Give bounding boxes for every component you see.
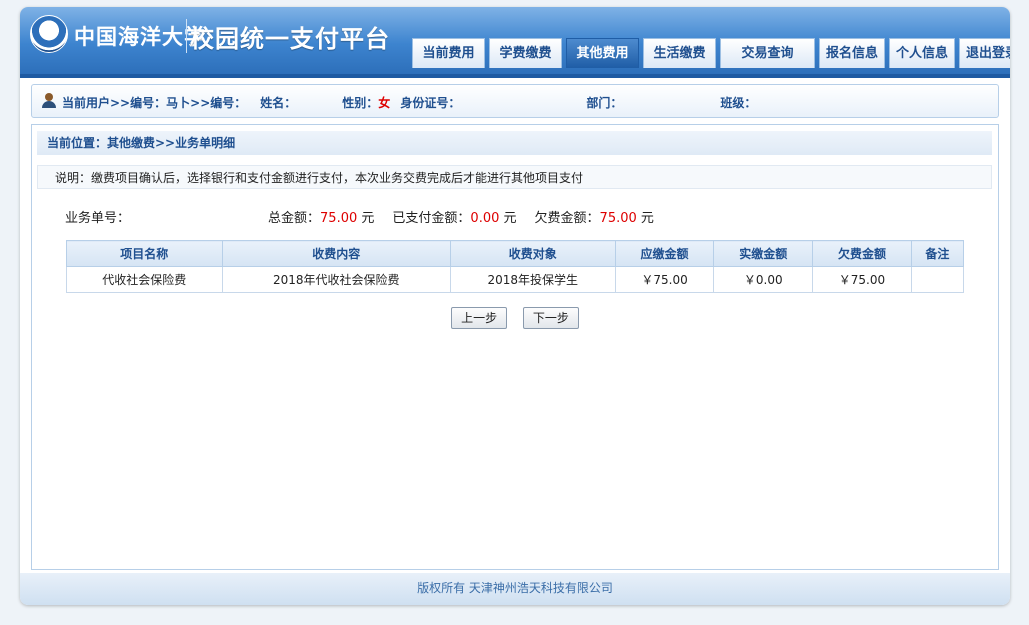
tab-registration-info[interactable]: 报名信息 [819, 38, 885, 68]
table-row: 代收社会保险费 2018年代收社会保险费 2018年投保学生 ￥75.00 ￥0… [66, 266, 965, 293]
paid-amount-value: 0.00 [470, 211, 500, 226]
cell-fee-content: 2018年代收社会保险费 [221, 266, 451, 293]
university-logo-icon [30, 15, 68, 53]
cell-amount-due: ￥75.00 [614, 266, 715, 293]
owed-amount-unit: 元 [640, 211, 654, 226]
total-amount-unit: 元 [361, 211, 375, 226]
paid-amount-label: 已支付金额： [392, 211, 471, 226]
table-header-row: 项目名称 收费内容 收费对象 应缴金额 实缴金额 欠费金额 备注 [66, 240, 965, 267]
cell-amount-owed: ￥75.00 [812, 266, 912, 293]
col-header-remark: 备注 [910, 240, 965, 267]
tab-current-fees[interactable]: 当前费用 [412, 38, 485, 68]
user-info-bar: 当前用户>>编号：马卜>>编号： 姓名： 性别：女 身份证号： 部门： 班级： [31, 84, 999, 118]
app-frame: 中国海洋大学 校园统一支付平台 当前费用 学费缴费 其他费用 生活缴费 交易查询… [20, 7, 1010, 605]
order-number-label: 业务单号： [65, 211, 131, 226]
total-amount-value: 75.00 [320, 211, 358, 226]
tab-logout[interactable]: 退出登录 [959, 38, 1010, 68]
fee-items-table: 项目名称 收费内容 收费对象 应缴金额 实缴金额 欠费金额 备注 代收社会保险费… [66, 240, 965, 293]
tab-tuition-payment[interactable]: 学费缴费 [489, 38, 562, 68]
tab-transaction-query[interactable]: 交易查询 [720, 38, 815, 68]
platform-title: 校园统一支付平台 [190, 25, 390, 53]
col-header-amount-due: 应缴金额 [614, 240, 715, 267]
tab-other-fees[interactable]: 其他费用 [566, 38, 639, 68]
user-icon [42, 93, 56, 108]
order-summary: 业务单号： 总金额：75.00 元已支付金额：0.00 元欠费金额：75.00 元 [65, 207, 654, 226]
number-label: >>编号： [190, 96, 247, 110]
cell-amount-paid: ￥0.00 [713, 266, 814, 293]
col-header-amount-owed: 欠费金额 [812, 240, 912, 267]
col-header-item-name: 项目名称 [66, 240, 223, 267]
id-number-label: 身份证号： [400, 96, 461, 110]
tab-personal-info[interactable]: 个人信息 [889, 38, 955, 68]
previous-step-button[interactable]: 上一步 [451, 307, 508, 329]
cell-remark [910, 266, 965, 293]
owed-amount-label: 欠费金额： [534, 211, 600, 226]
owed-amount-value: 75.00 [599, 211, 637, 226]
next-step-button[interactable]: 下一步 [522, 307, 579, 329]
col-header-fee-target: 收费对象 [449, 240, 616, 267]
payment-notice: 说明：缴费项目确认后，选择银行和支付金额进行支付，本次业务交费完成后才能进行其他… [37, 165, 992, 189]
step-buttons: 上一步 下一步 [32, 307, 998, 329]
total-amount-label: 总金额： [268, 211, 321, 226]
current-user-label: 当前用户>>编号： [62, 96, 167, 110]
paid-amount-unit: 元 [503, 211, 517, 226]
main-content: 当前位置：其他缴费>>业务单明细 说明：缴费项目确认后，选择银行和支付金额进行支… [31, 124, 999, 570]
tab-living-payment[interactable]: 生活缴费 [643, 38, 716, 68]
department-label: 部门： [586, 96, 623, 110]
user-code-value: 马卜 [166, 96, 191, 110]
cell-item-name: 代收社会保险费 [66, 266, 223, 293]
footer-copyright: 版权所有 天津神州浩天科技有限公司 [20, 573, 1010, 605]
col-header-amount-paid: 实缴金额 [713, 240, 814, 267]
breadcrumb: 当前位置：其他缴费>>业务单明细 [37, 131, 992, 155]
cell-fee-target: 2018年投保学生 [449, 266, 616, 293]
gender-label: 性别： [342, 96, 379, 110]
gender-value: 女 [378, 96, 391, 110]
col-header-fee-content: 收费内容 [221, 240, 451, 267]
user-info-text: 当前用户>>编号：马卜>>编号： 姓名： 性别：女 身份证号： 部门： 班级： [62, 94, 992, 111]
header: 中国海洋大学 校园统一支付平台 当前费用 学费缴费 其他费用 生活缴费 交易查询… [20, 7, 1010, 78]
main-nav: 当前费用 学费缴费 其他费用 生活缴费 交易查询 报名信息 个人信息 退出登录 [412, 38, 1010, 68]
header-divider [186, 19, 187, 53]
class-label: 班级： [720, 96, 757, 110]
name-label: 姓名： [260, 96, 297, 110]
